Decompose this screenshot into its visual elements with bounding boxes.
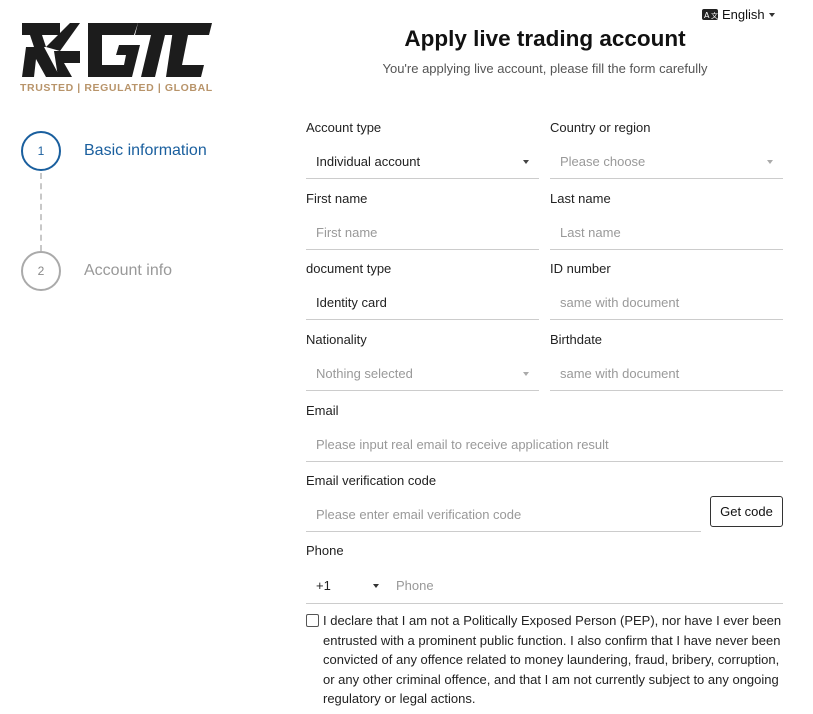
pep-declaration: I declare that I am not a Politically Ex… [306,611,783,709]
placeholder: Last name [560,225,621,240]
phone-input-group: +1 Phone [306,568,783,604]
translate-icon: A文 [702,9,718,20]
country-code-value: +1 [316,578,331,593]
step-label: Account info [84,262,173,279]
chevron-down-icon [523,372,529,376]
field-label: Country or region [550,120,651,135]
page-subtitle: You're applying live account, please fil… [382,61,708,76]
selected-value: Individual account [316,154,421,169]
step-number: 2 [21,251,61,291]
account-type-select[interactable]: Individual account [306,145,539,179]
country-field: Country or region Please choose [550,119,783,179]
step-basic-information[interactable]: 1 Basic information [21,131,207,171]
nationality-select[interactable]: Nothing selected [306,357,539,391]
field-label: document type [306,261,392,276]
birthdate-field: Birthdate same with document [550,331,783,391]
chevron-down-icon [767,160,773,164]
placeholder: First name [316,225,378,240]
svg-text:文: 文 [711,11,718,20]
placeholder: same with document [560,295,680,310]
field-label: Account type [306,120,382,135]
gtc-logo-mark [22,23,212,77]
placeholder: Nothing selected [316,366,413,381]
phone-field: Phone +1 Phone [306,542,783,604]
country-code-select[interactable]: +1 [306,568,386,603]
email-input[interactable]: Please input real email to receive appli… [306,428,783,462]
chevron-down-icon [523,160,529,164]
field-label: Birthdate [550,332,603,347]
field-label: Email [306,403,339,418]
document-type-select[interactable]: Identity card [306,286,539,320]
get-code-button[interactable]: Get code [710,496,783,527]
brand-logo: TRUSTED | REGULATED | GLOBAL [20,21,216,94]
page-title: Apply live trading account [404,26,686,51]
last-name-field: Last name Last name [550,190,783,250]
step-connector [40,173,42,251]
step-label: Basic information [84,142,207,159]
email-code-input[interactable]: Please enter email verification code [306,498,701,532]
field-label: Phone [306,543,344,558]
field-label: ID number [550,261,611,276]
id-number-field: ID number same with document [550,260,783,320]
phone-input[interactable]: Phone [386,578,434,593]
declaration-checkbox[interactable] [306,614,319,627]
email-code-field: Email verification code Please enter ema… [306,472,783,532]
step-number: 1 [21,131,61,171]
field-label: Email verification code [306,473,437,488]
nationality-field: Nationality Nothing selected [306,331,539,391]
document-type-field: document type Identity card [306,260,539,320]
selected-value: Identity card [316,295,387,310]
chevron-down-icon [373,584,379,588]
language-selector[interactable]: A文 English [702,7,775,22]
svg-text:A: A [704,11,710,20]
step-account-info[interactable]: 2 Account info [21,251,172,291]
last-name-input[interactable]: Last name [550,216,783,250]
chevron-down-icon [768,12,775,17]
birthdate-input[interactable]: same with document [550,357,783,391]
placeholder: Please enter email verification code [316,507,522,522]
id-number-input[interactable]: same with document [550,286,783,320]
placeholder: Phone [396,578,434,593]
placeholder: same with document [560,366,680,381]
field-label: Last name [550,191,611,206]
first-name-field: First name First name [306,190,539,250]
language-label: English [722,7,765,22]
account-type-field: Account type Individual account [306,119,539,179]
brand-tagline: TRUSTED | REGULATED | GLOBAL [20,82,213,94]
declaration-text: I declare that I am not a Politically Ex… [323,613,782,706]
field-label: First name [306,191,368,206]
placeholder: Please choose [560,154,646,169]
email-field: Email Please input real email to receive… [306,402,783,462]
country-select[interactable]: Please choose [550,145,783,179]
first-name-input[interactable]: First name [306,216,539,250]
field-label: Nationality [306,332,367,347]
placeholder: Please input real email to receive appli… [316,437,609,452]
